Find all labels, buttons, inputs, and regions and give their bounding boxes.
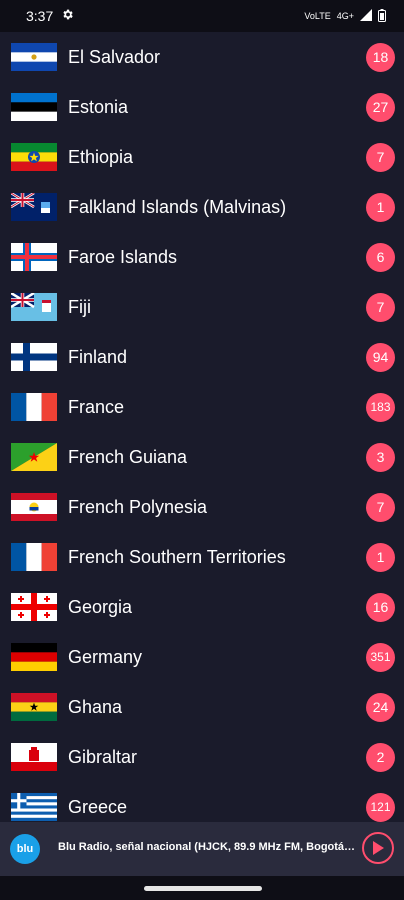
play-button[interactable] (362, 832, 394, 864)
country-name: Fiji (68, 296, 91, 317)
country-row-french-polynesia[interactable]: French Polynesia 7 (0, 482, 404, 532)
country-name: Estonia (68, 96, 129, 117)
battery-icon (378, 8, 386, 24)
country-row-france[interactable]: France 183 (0, 382, 404, 432)
country-row-gibraltar[interactable]: Gibraltar 2 (0, 732, 404, 782)
faroe-islands-flag-icon (11, 243, 57, 271)
country-row-faroe-islands[interactable]: Faroe Islands 6 (0, 232, 404, 282)
greece-flag-icon (11, 793, 57, 821)
country-name: Ghana (68, 696, 123, 717)
play-icon (373, 841, 384, 855)
station-count-badge: 1 (366, 542, 395, 572)
station-count-badge: 121 (366, 792, 395, 822)
station-count-badge: 3 (366, 442, 395, 472)
finland-flag-icon (11, 343, 57, 371)
country-name: French Southern Territories (68, 546, 286, 567)
french-polynesia-flag-icon (11, 493, 57, 521)
station-count-badge: 183 (366, 392, 395, 422)
station-count-badge: 18 (366, 42, 395, 72)
country-row-ghana[interactable]: Ghana 24 (0, 682, 404, 732)
ethiopia-flag-icon (11, 143, 57, 171)
status-bar: 3:37 VoLTE 4G+ (0, 0, 404, 32)
germany-flag-icon (11, 643, 57, 671)
country-name: French Polynesia (68, 496, 208, 517)
station-count-badge: 7 (366, 492, 395, 522)
french-southern-territories-flag-icon (11, 543, 57, 571)
country-row-el-salvador[interactable]: El Salvador 18 (0, 32, 404, 82)
network-label: 4G+ (336, 11, 354, 21)
falkland-islands-flag-icon (11, 193, 57, 221)
country-name: Faroe Islands (68, 246, 178, 267)
country-name: Finland (68, 346, 128, 367)
station-count-badge: 2 (366, 742, 395, 772)
country-row-french-guiana[interactable]: French Guiana 3 (0, 432, 404, 482)
country-row-finland[interactable]: Finland 94 (0, 332, 404, 382)
gear-icon (61, 8, 74, 24)
country-name: France (68, 396, 125, 417)
status-time: 3:37 (26, 8, 54, 24)
station-count-badge: 7 (366, 292, 395, 322)
country-name: Georgia (68, 596, 133, 617)
ghana-flag-icon (11, 693, 57, 721)
station-count-badge: 24 (366, 692, 395, 722)
country-row-ethiopia[interactable]: Ethiopia 7 (0, 132, 404, 182)
mini-player[interactable]: blu Blu Radio, señal nacional (HJCK, 89.… (0, 822, 404, 876)
country-row-georgia[interactable]: Georgia 16 (0, 582, 404, 632)
station-count-badge: 6 (366, 242, 395, 272)
station-count-badge: 27 (366, 92, 395, 122)
station-count-badge: 7 (366, 142, 395, 172)
country-name: El Salvador (68, 46, 161, 67)
home-gesture-handle[interactable] (144, 886, 262, 891)
station-count-badge: 94 (366, 342, 395, 372)
country-row-falkland-islands[interactable]: Falkland Islands (Malvinas) 1 (0, 182, 404, 232)
country-list[interactable]: El Salvador 18 Estonia 27 Ethiopia 7 Fal… (0, 32, 404, 822)
carrier-label: VoLTE (304, 11, 331, 21)
station-count-badge: 351 (366, 642, 395, 672)
country-name: Ethiopia (68, 146, 134, 167)
station-logo: blu (10, 834, 40, 864)
station-count-badge: 1 (366, 192, 395, 222)
station-count-badge: 16 (366, 592, 395, 622)
country-name: Falkland Islands (Malvinas) (68, 196, 287, 217)
country-row-fiji[interactable]: Fiji 7 (0, 282, 404, 332)
country-name: Greece (68, 796, 128, 817)
georgia-flag-icon (11, 593, 57, 621)
country-name: French Guiana (68, 446, 188, 467)
fiji-flag-icon (11, 293, 57, 321)
france-flag-icon (11, 393, 57, 421)
el-salvador-flag-icon (11, 43, 57, 71)
signal-icon (360, 9, 372, 23)
french-guiana-flag-icon (11, 443, 57, 471)
now-playing-title[interactable]: Blu Radio, señal nacional (HJCK, 89.9 MH… (58, 841, 356, 853)
country-name: Germany (68, 646, 143, 667)
gibraltar-flag-icon (11, 743, 57, 771)
country-row-germany[interactable]: Germany 351 (0, 632, 404, 682)
estonia-flag-icon (11, 93, 57, 121)
country-row-greece[interactable]: Greece 121 (0, 782, 404, 822)
country-row-french-southern-territories[interactable]: French Southern Territories 1 (0, 532, 404, 582)
system-nav-bar (0, 876, 404, 900)
country-name: Gibraltar (68, 746, 138, 767)
country-row-estonia[interactable]: Estonia 27 (0, 82, 404, 132)
